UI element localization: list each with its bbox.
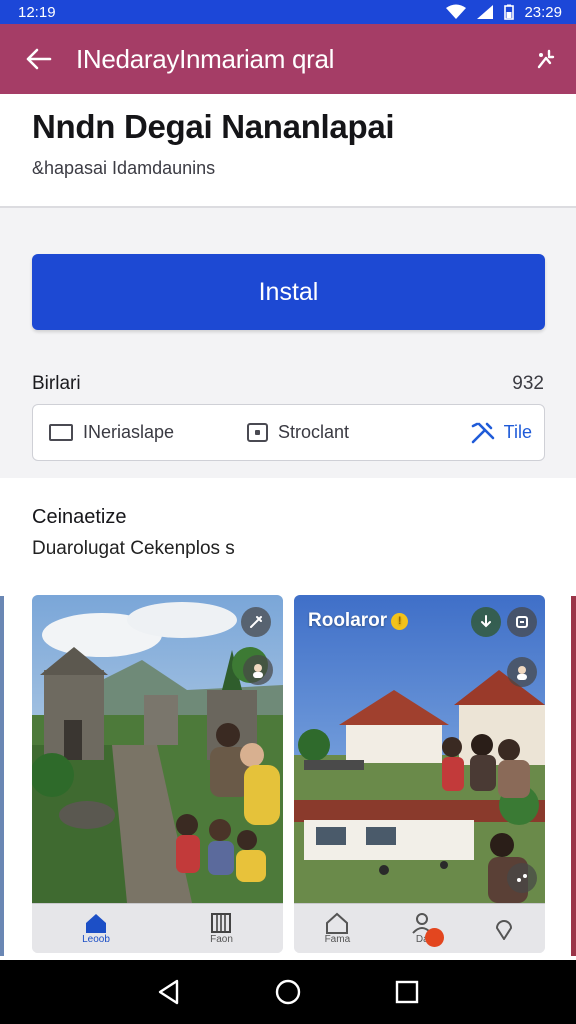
detail-item-tile[interactable]: Tile <box>470 421 532 445</box>
action-button-download[interactable] <box>471 607 501 637</box>
nav-profile[interactable]: Da <box>411 912 445 947</box>
previous-screenshot-edge[interactable] <box>0 596 4 956</box>
signal-icon <box>477 5 494 19</box>
app-header-card: Nndn Degai Nananlapai &hapasai Idamdauni… <box>0 94 576 208</box>
download-icon <box>481 615 491 628</box>
sparkle-menu-icon <box>537 49 555 69</box>
status-time-right: 23:29 <box>524 3 562 21</box>
screenshot-bottom-nav: Fama Da <box>294 903 545 953</box>
more-icon <box>517 874 527 882</box>
nav-home[interactable]: Leoob <box>82 912 110 945</box>
screenshot-village[interactable]: Roolaror ! Fama Da <box>294 595 545 953</box>
village-photo <box>294 595 545 903</box>
tools-icon <box>471 422 494 443</box>
detail-item-standard[interactable]: Stroclant <box>247 422 349 443</box>
square-dot-icon <box>247 423 268 442</box>
nav-home-label: Fama <box>324 934 351 945</box>
status-icons: 23:29 <box>446 4 562 21</box>
detail-item-standard-label: Stroclant <box>278 422 350 442</box>
app-bar: INedarayInmariam qral <box>0 24 576 94</box>
detail-item-device-label: INeriaslape <box>83 422 175 442</box>
action-button-avatar[interactable] <box>243 655 273 685</box>
action-button-top[interactable] <box>241 607 271 637</box>
battery-icon <box>504 4 515 20</box>
triangle-back-icon <box>159 979 179 1005</box>
nav-home[interactable]: Fama <box>324 912 351 945</box>
action-button-more[interactable] <box>507 863 537 893</box>
app-bar-title: INedarayInmariam qral <box>76 43 335 74</box>
notification-badge <box>425 928 445 947</box>
square-recents-icon <box>395 980 418 1004</box>
share-icon <box>516 616 528 628</box>
nav-calendar-label: Faon <box>210 934 233 945</box>
action-button-avatar-2[interactable] <box>507 657 537 687</box>
details-box: INeriaslape Stroclant Tile <box>32 404 545 461</box>
system-recents-button[interactable] <box>382 967 432 1017</box>
avatar-icon <box>253 664 263 678</box>
status-bar: 12:19 23:29 <box>0 0 576 24</box>
status-time-left: 12:19 <box>18 3 56 21</box>
gallery-title: Ceinaetize <box>32 506 127 528</box>
temple-family-photo <box>32 595 283 903</box>
gallery-section: Ceinaetize Duarolugat Cekenplos s Leoob … <box>0 478 576 960</box>
home-outline-icon <box>326 912 349 934</box>
details-count: 932 <box>512 373 544 394</box>
coin-icon: ! <box>391 612 409 630</box>
screenshot-temple[interactable]: Leoob Faon <box>32 595 283 953</box>
home-icon <box>86 914 106 933</box>
location-icon <box>496 919 513 940</box>
circle-home-icon <box>275 979 301 1005</box>
arrow-back-icon <box>26 48 52 70</box>
install-button[interactable]: Instal <box>32 254 545 330</box>
screenshot-bottom-nav: Leoob Faon <box>32 903 283 953</box>
system-home-button[interactable] <box>263 967 313 1017</box>
back-button[interactable] <box>0 24 76 94</box>
avatar-icon <box>517 666 527 680</box>
wifi-icon <box>446 4 467 19</box>
edit-icon <box>250 616 262 628</box>
detail-item-device[interactable]: INeriaslape <box>49 422 174 443</box>
nav-location[interactable] <box>494 918 514 940</box>
screenshot-caption: Roolaror ! <box>308 610 409 632</box>
tablet-icon <box>49 424 73 441</box>
next-screenshot-edge[interactable] <box>571 596 576 956</box>
menu-button[interactable] <box>516 24 576 94</box>
details-label: Birlari <box>32 373 81 394</box>
gallery-subtitle: Duarolugat Cekenplos s <box>32 538 235 559</box>
detail-item-tile-label: Tile <box>503 422 532 442</box>
screenshot-caption-text: Roolaror <box>308 610 388 631</box>
app-subtitle: &hapasai Idamdaunins <box>32 158 216 178</box>
nav-calendar[interactable]: Faon <box>210 912 233 945</box>
action-button-share[interactable] <box>507 607 537 637</box>
calendar-icon <box>211 913 232 933</box>
system-back-button[interactable] <box>144 967 194 1017</box>
app-name: Nndn Degai Nananlapai <box>32 108 395 145</box>
system-nav-bar <box>0 960 576 1024</box>
nav-home-label: Leoob <box>82 934 110 945</box>
